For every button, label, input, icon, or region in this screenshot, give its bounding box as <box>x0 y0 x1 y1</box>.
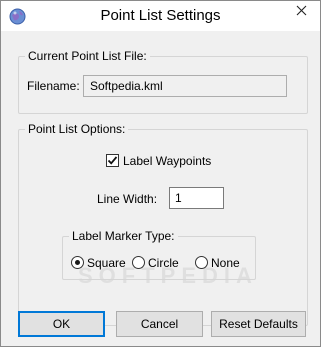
line-width-label: Line Width: <box>97 192 158 206</box>
radio-circle-label[interactable]: Circle <box>148 256 179 270</box>
radio-none-label[interactable]: None <box>211 256 240 270</box>
ok-button[interactable]: OK <box>18 311 105 337</box>
cancel-button[interactable]: Cancel <box>116 311 203 337</box>
label-waypoints-checkbox[interactable] <box>106 154 119 167</box>
radio-selected-dot <box>75 260 80 265</box>
current-file-legend: Current Point List File: <box>25 49 150 63</box>
radio-none[interactable] <box>195 256 208 269</box>
label-marker-type-legend: Label Marker Type: <box>69 229 178 243</box>
line-width-input[interactable]: 1 <box>169 187 224 209</box>
radio-square-label[interactable]: Square <box>87 256 126 270</box>
dialog-body: SOFTPEDIA Current Point List File: Filen… <box>8 31 313 340</box>
window-title: Point List Settings <box>100 7 221 24</box>
close-button[interactable] <box>286 1 316 23</box>
radio-square[interactable] <box>71 256 84 269</box>
filename-label: Filename: <box>27 79 80 93</box>
label-waypoints-label[interactable]: Label Waypoints <box>123 154 211 168</box>
radio-circle[interactable] <box>132 256 145 269</box>
reset-defaults-button[interactable]: Reset Defaults <box>211 311 306 337</box>
dialog-window: Point List Settings SOFTPEDIA Current Po… <box>0 0 321 347</box>
point-list-options-group: Point List Options: Label Waypoints Line… <box>18 122 308 326</box>
filename-field[interactable]: Softpedia.kml <box>83 75 287 97</box>
title-bar[interactable]: Point List Settings <box>1 1 320 31</box>
checkmark-icon <box>107 156 118 165</box>
label-marker-type-group: Label Marker Type: Square Circle None <box>62 229 256 280</box>
current-file-group: Current Point List File: Filename: Softp… <box>18 49 308 114</box>
close-icon <box>296 5 307 19</box>
point-list-options-legend: Point List Options: <box>25 122 129 136</box>
